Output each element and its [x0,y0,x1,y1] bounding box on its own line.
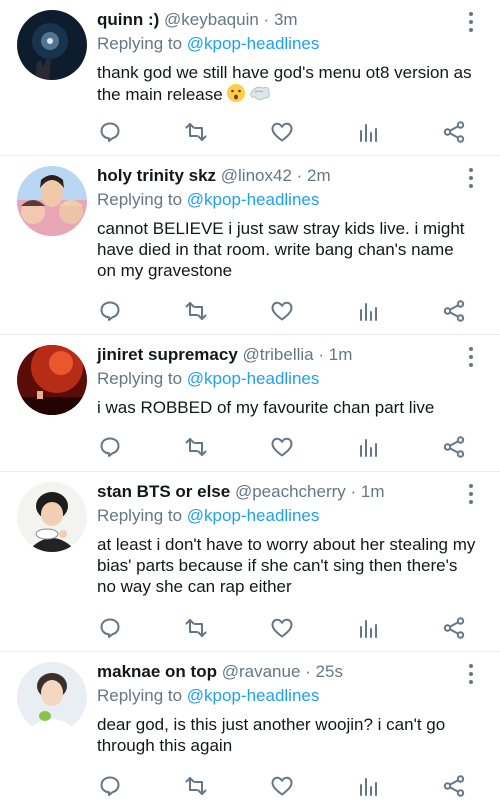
display-name[interactable]: jiniret supremacy [97,345,238,364]
timestamp[interactable]: 1m [329,345,353,364]
tweet-actions [0,614,500,642]
reply-prefix: Replying to [97,506,183,525]
reply-mention-link[interactable]: @kpop-headlines [187,34,320,53]
avatar[interactable] [17,482,87,552]
reply-mention-link[interactable]: @kpop-headlines [187,190,320,209]
avatar[interactable] [17,166,87,236]
analytics-icon[interactable] [354,772,382,800]
tweet-header: quinn :) @keybaquin · 3m [97,9,298,31]
like-icon[interactable] [268,772,296,800]
user-handle[interactable]: @tribellia [243,345,314,364]
reply-mention-link[interactable]: @kpop-headlines [187,506,320,525]
analytics-icon[interactable] [354,614,382,642]
reply-icon[interactable] [96,433,124,461]
reply-prefix: Replying to [97,34,183,53]
separator: · [263,10,270,29]
reply-context: Replying to @kpop-headlines [97,33,319,55]
reply-icon[interactable] [96,297,124,325]
tweet-text: i was ROBBED of my favourite chan part l… [97,398,435,417]
user-handle[interactable]: @linox42 [221,166,292,185]
avatar[interactable] [17,10,87,80]
share-icon[interactable] [440,433,468,461]
retweet-icon[interactable] [182,433,210,461]
tweet-header: maknae on top @ravanue · 25s [97,661,343,683]
tweet-actions [0,297,500,325]
analytics-icon[interactable] [354,433,382,461]
display-name[interactable]: holy trinity skz [97,166,216,185]
timestamp[interactable]: 25s [316,662,343,681]
tweet-header: holy trinity skz @linox42 · 2m [97,165,331,187]
tweet[interactable]: quinn :) @keybaquin · 3m Replying to @kp… [0,0,500,156]
reply-prefix: Replying to [97,190,183,209]
display-name[interactable]: stan BTS or else [97,482,230,501]
reply-context: Replying to @kpop-headlines [97,505,319,527]
tweet[interactable]: maknae on top @ravanue · 25s Replying to… [0,652,500,810]
avatar[interactable] [17,662,87,732]
separator: · [305,662,311,681]
timestamp[interactable]: 3m [274,10,298,29]
like-icon[interactable] [268,433,296,461]
share-icon[interactable] [440,118,468,146]
tweet-actions [0,118,500,146]
more-options-icon[interactable] [468,664,474,686]
analytics-icon[interactable] [354,297,382,325]
reply-prefix: Replying to [97,686,183,705]
reply-icon[interactable] [96,772,124,800]
retweet-icon[interactable] [182,772,210,800]
share-icon[interactable] [440,297,468,325]
display-name[interactable]: quinn :) [97,10,159,29]
tweet-text: at least i don't have to worry about her… [97,535,476,596]
tweet-actions [0,772,500,800]
share-icon[interactable] [440,772,468,800]
retweet-icon[interactable] [182,614,210,642]
like-icon[interactable] [268,118,296,146]
like-icon[interactable] [268,614,296,642]
more-options-icon[interactable] [468,168,474,190]
reply-context: Replying to @kpop-headlines [97,189,319,211]
separator: · [318,345,325,364]
analytics-icon[interactable] [354,118,382,146]
like-icon[interactable] [268,297,296,325]
tweet-actions [0,433,500,461]
tweet-header: jiniret supremacy @tribellia · 1m [97,344,352,366]
tweet[interactable]: jiniret supremacy @tribellia · 1m Replyi… [0,335,500,472]
hushed-face-emoji-icon [226,83,246,108]
retweet-icon[interactable] [182,297,210,325]
reply-prefix: Replying to [97,369,183,388]
reply-mention-link[interactable]: @kpop-headlines [187,369,320,388]
reply-icon[interactable] [96,118,124,146]
more-options-icon[interactable] [468,12,474,34]
reply-icon[interactable] [96,614,124,642]
tweet-text: thank god we still have god's menu ot8 v… [97,63,472,104]
tweet[interactable]: holy trinity skz @linox42 · 2m Replying … [0,156,500,335]
user-handle[interactable]: @peachcherry [235,482,346,501]
tweet-text: cannot BELIEVE i just saw stray kids liv… [97,219,465,280]
separator: · [296,166,303,185]
separator: · [350,482,357,501]
more-options-icon[interactable] [468,347,474,369]
tweet-text: dear god, is this just another woojin? i… [97,715,446,755]
reply-feed: quinn :) @keybaquin · 3m Replying to @kp… [0,0,500,810]
reply-context: Replying to @kpop-headlines [97,368,319,390]
tweet[interactable]: stan BTS or else @peachcherry · 1m Reply… [0,472,500,652]
more-options-icon[interactable] [468,484,474,506]
reply-context: Replying to @kpop-headlines [97,685,319,707]
tweet-text-container: thank god we still have god's menu ot8 v… [97,62,477,108]
timestamp[interactable]: 2m [307,166,331,185]
user-handle[interactable]: @ravanue [222,662,301,681]
reply-mention-link[interactable]: @kpop-headlines [187,686,320,705]
display-name[interactable]: maknae on top [97,662,217,681]
share-icon[interactable] [440,614,468,642]
dash-emoji-icon [249,83,271,108]
user-handle[interactable]: @keybaquin [164,10,259,29]
tweet-header: stan BTS or else @peachcherry · 1m [97,481,385,503]
retweet-icon[interactable] [182,118,210,146]
timestamp[interactable]: 1m [361,482,385,501]
avatar[interactable] [17,345,87,415]
